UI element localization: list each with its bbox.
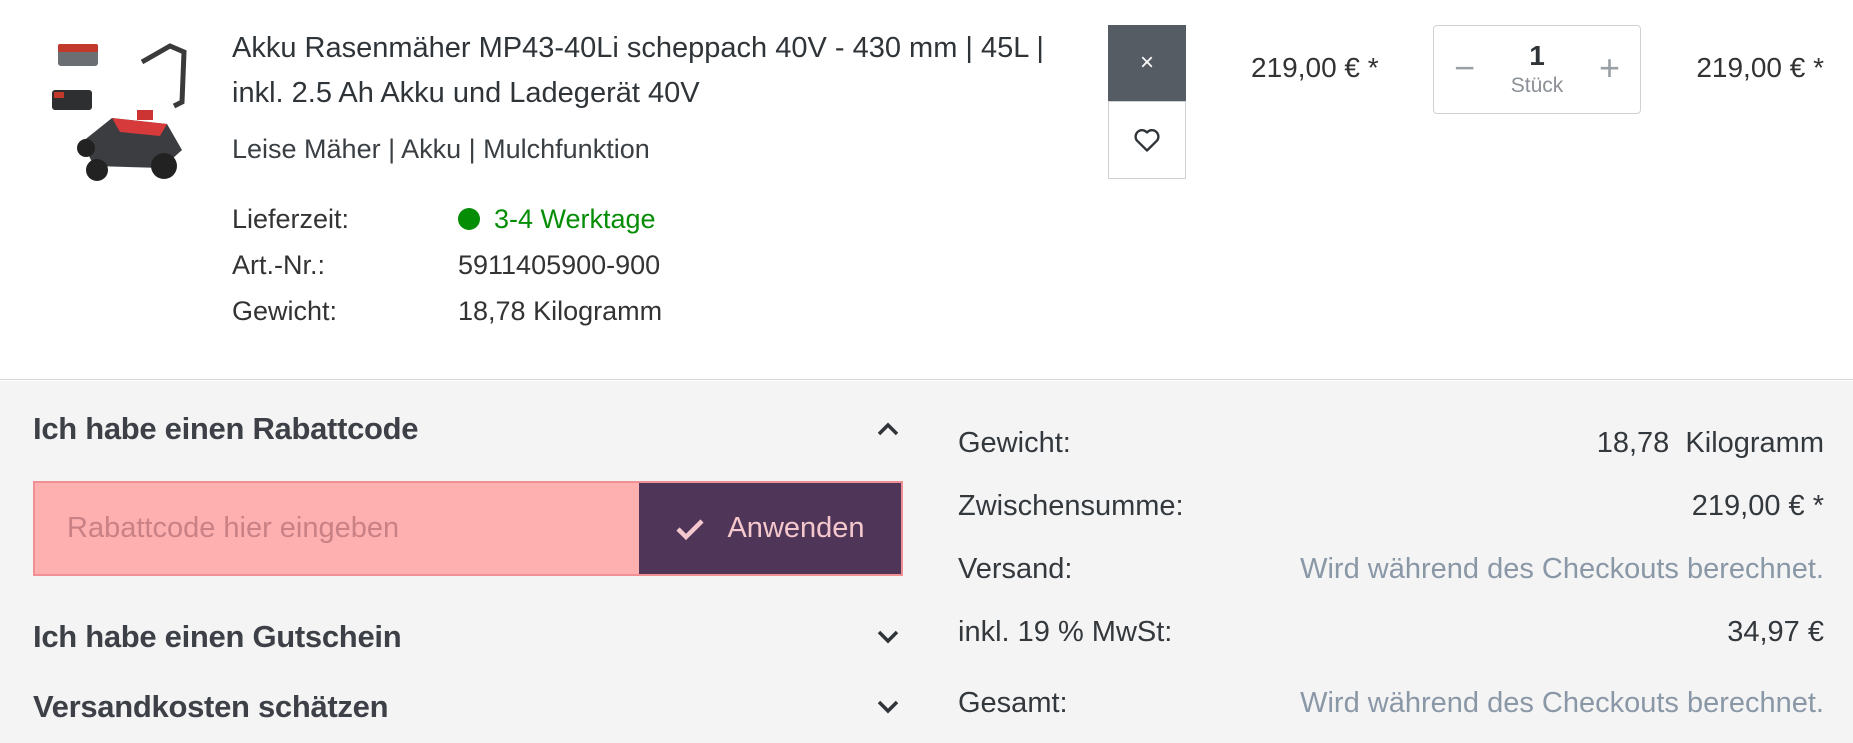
weight-value: 18,78 Kilogramm bbox=[458, 295, 663, 326]
product-title[interactable]: Akku Rasenmäher MP43-40Li scheppach 40V … bbox=[232, 26, 1062, 116]
summary-weight-row: Gewicht: 18,78 Kilogramm bbox=[958, 427, 1824, 460]
shipping-estimate-title: Versandkosten schätzen bbox=[33, 689, 389, 724]
delivery-row: Lieferzeit: 3-4 Werktage bbox=[232, 196, 662, 242]
shipping-estimate-accordion-header[interactable]: Versandkosten schätzen bbox=[33, 689, 903, 725]
coupon-input[interactable] bbox=[35, 483, 639, 574]
summary-vat-row: inkl. 19 % MwSt: 34,97 € bbox=[958, 616, 1824, 649]
product-subtitle: Leise Mäher | Akku | Mulchfunktion bbox=[232, 134, 650, 164]
chevron-up-icon bbox=[873, 414, 903, 444]
check-icon bbox=[675, 517, 705, 541]
summary-shipping-value: Wird während des Checkouts berechnet. bbox=[1300, 553, 1824, 585]
summary-total-value: Wird während des Checkouts berechnet. bbox=[1300, 687, 1824, 719]
summary-subtotal-row: Zwischensumme: 219,00 € * bbox=[958, 490, 1824, 523]
line-total: 219,00 € * bbox=[1696, 52, 1824, 83]
wishlist-button[interactable] bbox=[1108, 101, 1186, 179]
summary-shipping-label: Versand: bbox=[958, 553, 1073, 585]
product-meta: Lieferzeit: 3-4 Werktage Art.-Nr.: 59114… bbox=[232, 196, 662, 334]
summary-total-label: Gesamt: bbox=[958, 687, 1068, 719]
quantity-stepper: − 1 Stück + bbox=[1433, 25, 1641, 114]
voucher-accordion-title: Ich habe einen Gutschein bbox=[33, 619, 402, 654]
weight-row: Gewicht: 18,78 Kilogramm bbox=[232, 288, 662, 334]
summary-total-row: Gesamt: Wird während des Checkouts berec… bbox=[958, 687, 1824, 720]
chevron-down-icon bbox=[873, 692, 903, 722]
summary-subtotal-value: 219,00 € * bbox=[1691, 490, 1824, 522]
unit-price: 219,00 € * bbox=[1251, 52, 1379, 83]
summary-weight-value: 18,78 Kilogramm bbox=[1596, 427, 1824, 459]
chevron-down-icon bbox=[873, 622, 903, 652]
artnr-value: 5911405900-900 bbox=[458, 249, 661, 280]
coupon-form: Anwenden bbox=[33, 481, 903, 576]
summary-vat-label: inkl. 19 % MwSt: bbox=[958, 616, 1173, 648]
voucher-accordion-header[interactable]: Ich habe einen Gutschein bbox=[33, 619, 903, 655]
cart-footer: Ich habe einen Rabattcode Anwenden Ich h… bbox=[0, 381, 1853, 743]
artnr-row: Art.-Nr.: 5911405900-900 bbox=[232, 242, 662, 288]
coupon-accordion-title: Ich habe einen Rabattcode bbox=[33, 411, 419, 446]
apply-coupon-label: Anwenden bbox=[727, 512, 865, 544]
delivery-label: Lieferzeit: bbox=[232, 203, 350, 234]
summary-vat-value: 34,97 € bbox=[1727, 616, 1824, 648]
availability-dot-icon bbox=[458, 208, 480, 230]
delivery-value: 3-4 Werktage bbox=[494, 203, 656, 234]
artnr-label: Art.-Nr.: bbox=[232, 249, 325, 280]
weight-label: Gewicht: bbox=[232, 295, 338, 326]
remove-item-button[interactable]: × bbox=[1108, 25, 1186, 101]
quantity-increase-button[interactable]: + bbox=[1599, 48, 1620, 88]
close-icon: × bbox=[1139, 49, 1154, 76]
product-image[interactable] bbox=[42, 32, 192, 182]
coupon-accordion-header[interactable]: Ich habe einen Rabattcode bbox=[33, 411, 903, 447]
summary-subtotal-label: Zwischensumme: bbox=[958, 490, 1184, 522]
heart-icon bbox=[1134, 129, 1160, 152]
cart-line-item: Akku Rasenmäher MP43-40Li scheppach 40V … bbox=[0, 0, 1853, 380]
summary-weight-label: Gewicht: bbox=[958, 427, 1071, 459]
apply-coupon-button[interactable]: Anwenden bbox=[639, 483, 901, 574]
summary-shipping-row: Versand: Wird während des Checkouts bere… bbox=[958, 553, 1824, 586]
